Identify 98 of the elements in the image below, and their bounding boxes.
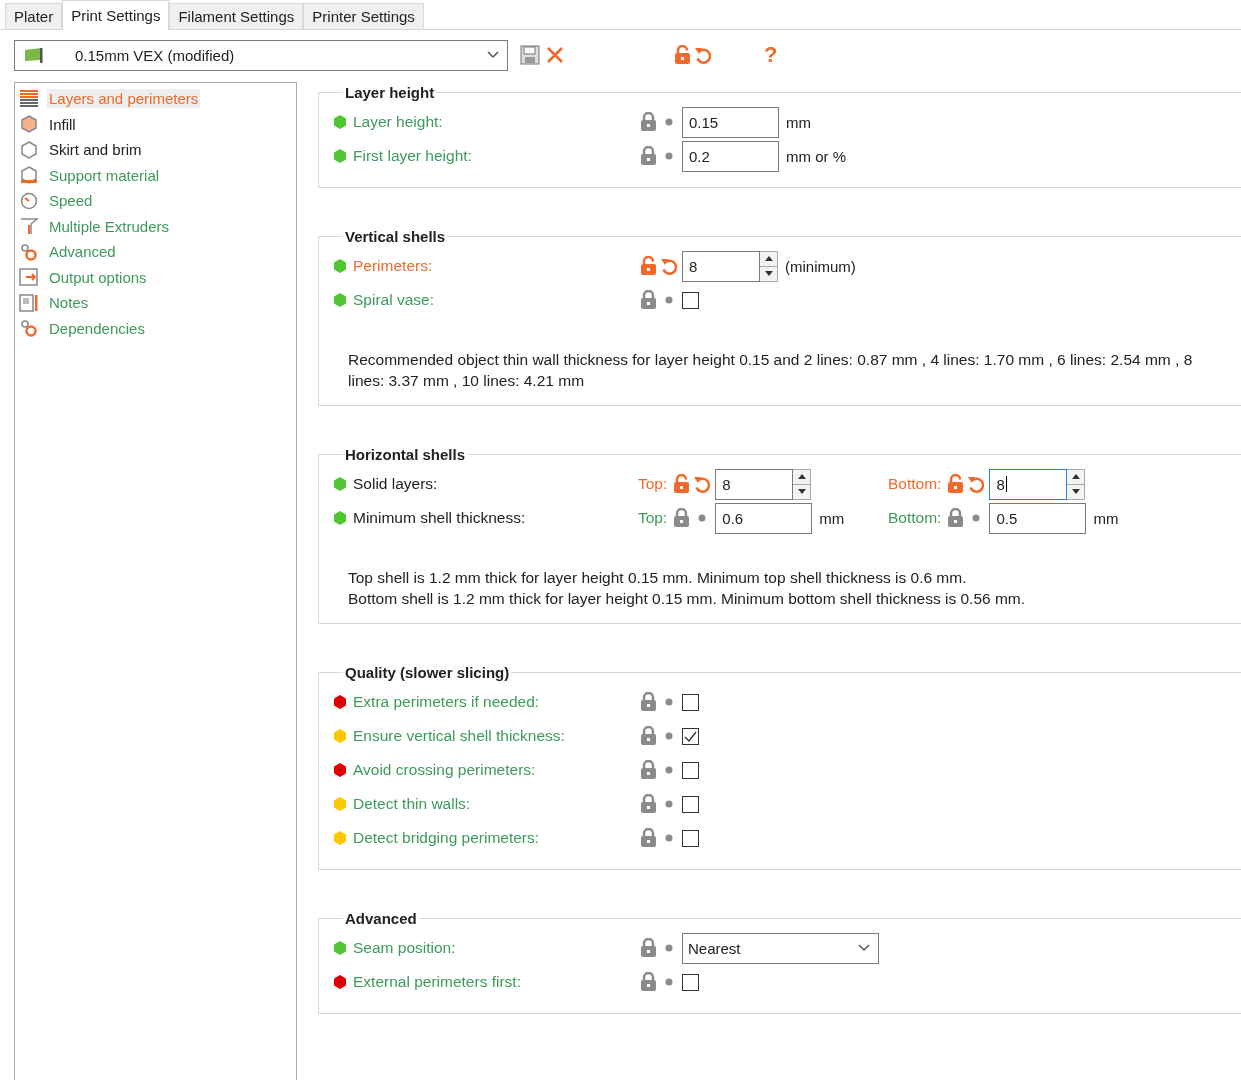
- tab[interactable]: Print Settings: [62, 0, 170, 30]
- spin-buttons[interactable]: [793, 468, 812, 500]
- checkbox[interactable]: [682, 973, 699, 991]
- input-field[interactable]: 0.5: [989, 502, 1087, 534]
- unlocked-lock-icon[interactable]: [947, 474, 965, 494]
- sidebar-item[interactable]: Speed: [47, 191, 95, 211]
- unit-label: (minimum): [785, 257, 856, 275]
- unit-label: mm: [1093, 509, 1119, 527]
- option-label: Spiral vase:: [353, 291, 434, 309]
- lock-icon[interactable]: [640, 794, 657, 814]
- unit-label: mm: [819, 509, 845, 527]
- spin-buttons[interactable]: [760, 250, 778, 282]
- tab[interactable]: Printer Settings: [303, 3, 424, 29]
- section-title: Vertical shells: [344, 228, 447, 245]
- lock-icon[interactable]: [640, 828, 657, 848]
- input-field[interactable]: 0.15: [682, 106, 779, 138]
- option-label: Perimeters:: [353, 257, 433, 275]
- tab[interactable]: Plater: [5, 3, 63, 29]
- option-label: First layer height:: [353, 147, 472, 165]
- gears-icon: [19, 242, 39, 261]
- option-label: Minimum shell thickness:: [353, 509, 526, 527]
- layers-icon: [19, 89, 39, 108]
- checkbox[interactable]: [682, 727, 699, 745]
- unlocked-lock-icon[interactable]: [640, 256, 657, 276]
- gears-icon: [19, 319, 39, 338]
- sidebar-item[interactable]: Infill: [47, 114, 78, 134]
- unit-label: mm or %: [786, 147, 846, 165]
- undo-icon[interactable]: [693, 474, 712, 494]
- checkbox[interactable]: [682, 829, 699, 847]
- lock-icon[interactable]: [640, 760, 657, 780]
- text-cursor: [1005, 476, 1007, 492]
- spin-buttons[interactable]: [1067, 468, 1086, 500]
- lock-icon[interactable]: [640, 692, 657, 712]
- checkbox[interactable]: [682, 761, 699, 779]
- lock-icon[interactable]: [673, 508, 691, 528]
- save-icon[interactable]: [520, 45, 540, 65]
- hexagon-icon: [19, 140, 39, 159]
- lock-icon[interactable]: [947, 508, 965, 528]
- sidebar-item[interactable]: Support material: [47, 165, 162, 185]
- checkbox[interactable]: [682, 693, 699, 711]
- dropdown[interactable]: Nearest: [682, 932, 879, 964]
- undo-icon[interactable]: [967, 474, 986, 494]
- support-icon: [19, 166, 39, 185]
- funnel-icon: [19, 217, 39, 236]
- section-title: Layer height: [344, 84, 436, 101]
- spin-field[interactable]: 8: [989, 468, 1068, 500]
- sidebar-item[interactable]: Advanced: [47, 242, 118, 262]
- output-icon: [19, 268, 39, 287]
- undo-icon[interactable]: [660, 256, 678, 276]
- undo-icon[interactable]: [694, 45, 712, 65]
- lock-icon[interactable]: [640, 146, 657, 166]
- unlocked-lock-icon[interactable]: [673, 474, 691, 494]
- sub-label: Top:: [638, 509, 668, 527]
- unlocked-lock-icon[interactable]: [674, 45, 691, 65]
- info-text: Top shell is 1.2 mm thick for layer height 0.15 mm. Minimum top shell thickness is 0.6 mm.: [347, 568, 968, 588]
- sidebar-item[interactable]: Dependencies: [47, 318, 147, 338]
- option-label: External perimeters first:: [353, 973, 521, 991]
- clock-icon: [19, 191, 39, 210]
- section-title: Advanced: [344, 910, 418, 927]
- unit-label: mm: [786, 113, 811, 131]
- input-field[interactable]: 0.6: [715, 502, 813, 534]
- sidebar-item[interactable]: Notes: [47, 293, 91, 313]
- info-text: Bottom shell is 1.2 mm thick for layer height 0.15 mm. Minimum bottom shell thickness is 0.56 mm.: [347, 589, 1027, 609]
- section-title: Quality (slower slicing): [344, 664, 511, 681]
- sub-label: Bottom:: [888, 509, 942, 527]
- chevron-down-icon[interactable]: [858, 944, 870, 952]
- tab[interactable]: Filament Settings: [169, 3, 304, 29]
- checkbox[interactable]: [682, 291, 699, 309]
- lock-icon[interactable]: [640, 938, 657, 958]
- option-label: Solid layers:: [353, 475, 438, 493]
- option-label: Layer height:: [353, 113, 443, 131]
- lock-icon[interactable]: [640, 972, 657, 992]
- chevron-down-icon[interactable]: [487, 51, 499, 59]
- option-label: Seam position:: [353, 939, 456, 957]
- lock-icon[interactable]: [640, 112, 657, 132]
- lock-icon[interactable]: [640, 726, 657, 746]
- info-text: Recommended object thin wall thickness for layer height 0.15 and 2 lines: 0.87 mm , 4 lines: 1.70 mm , 6 lines: 2.54 mm , 8 lines: 3.37 mm , 10 lines: 4.21 mm: [347, 350, 1194, 391]
- spin-field[interactable]: 8: [682, 250, 760, 282]
- sidebar-item[interactable]: Multiple Extruders: [47, 216, 172, 236]
- option-label: Detect bridging perimeters:: [353, 829, 540, 847]
- spin-field[interactable]: 8: [715, 468, 794, 500]
- notes-icon: [19, 293, 39, 312]
- close-icon[interactable]: [546, 46, 564, 64]
- lock-icon[interactable]: [640, 290, 657, 310]
- flag-icon: [23, 47, 45, 63]
- sidebar-item[interactable]: Skirt and brim: [47, 140, 144, 160]
- infill-icon: [19, 115, 39, 134]
- option-label: Avoid crossing perimeters:: [353, 761, 536, 779]
- option-label: Ensure vertical shell thickness:: [353, 727, 565, 745]
- sidebar-item[interactable]: Output options: [47, 267, 149, 287]
- preset-dropdown[interactable]: 0.15mm VEX (modified): [14, 39, 508, 71]
- section-title: Horizontal shells: [344, 446, 467, 463]
- sub-label: Top:: [638, 475, 668, 493]
- checkbox[interactable]: [682, 795, 699, 813]
- option-label: Detect thin walls:: [353, 795, 471, 813]
- sub-label: Bottom:: [888, 475, 942, 493]
- option-label: Extra perimeters if needed:: [353, 693, 540, 711]
- input-field[interactable]: 0.2: [682, 140, 779, 172]
